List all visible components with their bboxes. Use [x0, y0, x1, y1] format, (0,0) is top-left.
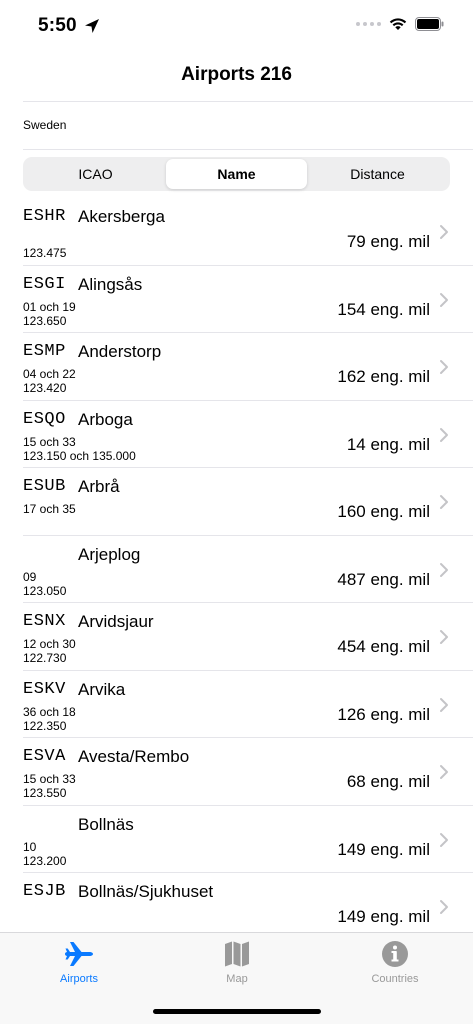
tab-label-map: Map [226, 973, 248, 985]
segment-distance[interactable]: Distance [307, 159, 448, 189]
airport-icao-code: ESUB [23, 477, 66, 496]
segment-name[interactable]: Name [166, 159, 307, 189]
airport-distance: 79 eng. mil [346, 232, 430, 251]
airport-name: Akersberga [78, 207, 165, 226]
airport-distance: 162 eng. mil [337, 367, 430, 386]
airport-row[interactable]: ESVA Avesta/Rembo 15 och 33 123.550 68 e… [0, 738, 473, 806]
airport-row[interactable]: ESKV Arvika 36 och 18 122.350 126 eng. m… [0, 671, 473, 738]
airport-runways: 10 [23, 839, 37, 854]
country-divider [23, 149, 473, 150]
airport-icao-code: ESMP [23, 342, 66, 361]
airport-runways: 17 och 35 [23, 502, 76, 516]
airport-distance: 149 eng. mil [337, 907, 430, 926]
page-title: Airports 216 [181, 64, 292, 85]
airplane-icon [65, 942, 93, 966]
tab-airports[interactable]: Airports [0, 933, 158, 993]
airport-icao-code: ESQO [23, 409, 66, 429]
sort-segmented-control: ICAO Name Distance [23, 157, 450, 191]
airport-name: Anderstorp [78, 342, 162, 361]
airport-row[interactable]: ESMP Anderstorp 04 och 22 123.420 162 en… [0, 333, 473, 401]
airport-name: Avesta/Rembo [78, 747, 190, 766]
airport-name: Arvika [78, 679, 126, 699]
map-icon [225, 941, 249, 967]
status-time: 5:50 [38, 15, 77, 36]
airport-distance: 160 eng. mil [337, 502, 430, 521]
airport-frequency: 123.650 [23, 313, 67, 328]
airport-distance: 14 eng. mil [346, 434, 430, 454]
chevron-right-icon [440, 900, 448, 914]
airport-icao-code: ESNX [23, 612, 66, 631]
airport-runways: 15 och 33 [23, 772, 76, 786]
airport-runways: 04 och 22 [23, 367, 76, 381]
airport-distance: 68 eng. mil [346, 772, 430, 791]
airport-row[interactable]: ESJB Bollnäs/Sjukhuset 149 eng. mil [0, 873, 473, 941]
airport-frequency: 122.350 [23, 718, 67, 733]
airport-row[interactable]: ESHR Akersberga 123.475 79 eng. mil [0, 198, 473, 266]
airport-name: Arvidsjaur [78, 612, 154, 631]
info-icon [382, 941, 408, 967]
airport-row[interactable]: ESNX Arvidsjaur 12 och 30 122.730 454 en… [0, 603, 473, 671]
chevron-right-icon [440, 832, 448, 847]
airport-name: Alingsås [78, 274, 143, 294]
tab-countries[interactable]: Countries [316, 933, 473, 993]
chevron-right-icon [440, 630, 448, 644]
status-indicators [356, 17, 445, 31]
airport-frequency: 123.150 och 135.000 [23, 448, 136, 463]
tab-label-countries: Countries [371, 973, 419, 985]
tab-map[interactable]: Map [158, 933, 316, 993]
airport-row[interactable]: Bollnäs 10 123.200 149 eng. mil [0, 806, 473, 873]
airport-name: Bollnäs/Sjukhuset [78, 882, 214, 901]
chevron-right-icon [440, 495, 448, 509]
chevron-right-icon [440, 765, 448, 779]
airport-distance: 454 eng. mil [337, 637, 430, 656]
airport-name: Arboga [78, 409, 133, 429]
airport-name: Arbrå [78, 477, 120, 496]
airport-runways: 09 [23, 569, 37, 584]
cellular-signal-icon [356, 22, 381, 26]
airport-icao-code: ESVA [23, 747, 66, 766]
status-bar: 5:50 [0, 0, 473, 54]
airport-icao-code: ESKV [23, 679, 66, 699]
airport-runways: 01 och 19 [23, 299, 76, 314]
airport-frequency: 123.475 [23, 246, 67, 260]
chevron-right-icon [440, 562, 448, 577]
airport-distance: 149 eng. mil [337, 839, 430, 859]
header-divider [23, 101, 473, 102]
airport-icao-code: ESJB [23, 882, 66, 901]
airport-list: ESHR Akersberga 123.475 79 eng. mil ESGI… [0, 198, 473, 941]
airport-row[interactable]: ESGI Alingsås 01 och 19 123.650 154 eng.… [0, 266, 473, 333]
airport-runways: 36 och 18 [23, 704, 76, 719]
airport-runways: 15 och 33 [23, 434, 76, 449]
tab-label-airports: Airports [60, 973, 98, 985]
airport-frequency: 123.550 [23, 786, 67, 800]
airport-row[interactable]: Arjeplog 09 123.050 487 eng. mil [0, 536, 473, 603]
airport-row[interactable]: ESQO Arboga 15 och 33 123.150 och 135.00… [0, 401, 473, 468]
home-indicator [153, 1009, 321, 1014]
airport-frequency: 122.730 [23, 651, 67, 665]
airport-icao-code: ESHR [23, 207, 66, 226]
chevron-right-icon [440, 427, 448, 442]
battery-icon [415, 17, 444, 31]
airport-frequency: 123.050 [23, 583, 67, 598]
airport-row[interactable]: ESUB Arbrå 17 och 35 160 eng. mil [0, 468, 473, 536]
wifi-icon [389, 18, 407, 30]
airport-icao-code: ESGI [23, 274, 66, 294]
airport-distance: 487 eng. mil [337, 569, 430, 589]
airport-runways: 12 och 30 [23, 637, 76, 651]
chevron-right-icon [440, 697, 448, 712]
airport-distance: 126 eng. mil [337, 704, 430, 724]
airport-distance: 154 eng. mil [337, 299, 430, 319]
country-label: Sweden [23, 118, 67, 132]
airport-name: Bollnäs [78, 814, 134, 834]
location-arrow-icon [85, 19, 99, 33]
chevron-right-icon [440, 225, 448, 239]
airport-name: Arjeplog [78, 544, 141, 564]
airport-frequency: 123.200 [23, 853, 67, 868]
airport-frequency: 123.420 [23, 381, 67, 395]
chevron-right-icon [440, 360, 448, 374]
segment-icao[interactable]: ICAO [25, 159, 166, 189]
chevron-right-icon [440, 292, 448, 307]
